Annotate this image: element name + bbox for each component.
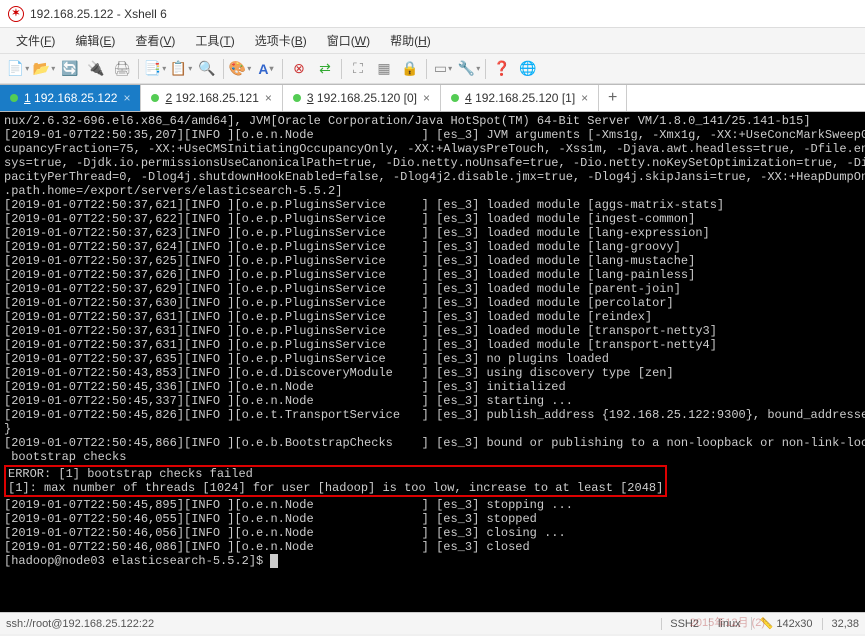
- paste-button[interactable]: 📋: [169, 57, 193, 81]
- window-title: 192.168.25.122 - Xshell 6: [30, 7, 167, 21]
- menu-h[interactable]: 帮助(H): [382, 29, 439, 52]
- font-button[interactable]: A: [254, 57, 278, 81]
- status-protocol: SSH2: [661, 618, 699, 630]
- connection-dot-icon: [10, 94, 18, 102]
- status-size: 📏 142x30: [751, 617, 813, 630]
- toolbar: 📄 📂 🔄 🔌 🖨 📑 📋 🔍 🎨 A ⊗ ⇄ ⛶ ▦ 🔒 ▭ 🔧 ❓ 🌐: [0, 54, 865, 84]
- tab-label: 2 192.168.25.121: [165, 91, 258, 105]
- toolbar-sep-3: [282, 59, 283, 79]
- menu-b[interactable]: 选项卡(B): [247, 29, 315, 52]
- tab-bar: 1 192.168.25.122×2 192.168.25.121×3 192.…: [0, 84, 865, 112]
- status-os: linux: [709, 618, 741, 630]
- app-icon: ✶: [8, 6, 24, 22]
- reconnect-button[interactable]: 🔄: [58, 57, 82, 81]
- session-tab-1[interactable]: 1 192.168.25.122 ×: [0, 85, 141, 111]
- toolbar-sep-6: [485, 59, 486, 79]
- session-tab-3[interactable]: 3 192.168.25.120 [0] ×: [283, 85, 441, 111]
- close-tab-icon[interactable]: ×: [123, 91, 130, 105]
- menu-e[interactable]: 编辑(E): [67, 29, 123, 52]
- layout-button[interactable]: ▭: [431, 57, 455, 81]
- color-button[interactable]: 🎨: [228, 57, 252, 81]
- menu-f[interactable]: 文件(F): [8, 29, 63, 52]
- status-cursor-pos: 32,38: [822, 618, 859, 630]
- close-tab-icon[interactable]: ×: [265, 91, 272, 105]
- session-tab-4[interactable]: 4 192.168.25.120 [1] ×: [441, 85, 599, 111]
- toolbar-sep-2: [223, 59, 224, 79]
- terminal-output[interactable]: nux/2.6.32-696.el6.x86_64/amd64], JVM[Or…: [0, 112, 865, 612]
- error-highlight: ERROR: [1] bootstrap checks failed [1]: …: [4, 465, 667, 497]
- xftp-button[interactable]: ⇄: [313, 57, 337, 81]
- tab-label: 1 192.168.25.122: [24, 91, 117, 105]
- title-bar: ✶ 192.168.25.122 - Xshell 6: [0, 0, 865, 28]
- new-session-button[interactable]: 📄: [6, 57, 30, 81]
- connection-dot-icon: [293, 94, 301, 102]
- tab-label: 4 192.168.25.120 [1]: [465, 91, 575, 105]
- copy-button[interactable]: 📑: [143, 57, 167, 81]
- help-button[interactable]: ❓: [490, 57, 514, 81]
- fullscreen-button[interactable]: ⛶: [346, 57, 370, 81]
- status-connection: ssh://root@192.168.25.122:22: [6, 618, 661, 630]
- toolbar-sep-5: [426, 59, 427, 79]
- close-tab-icon[interactable]: ×: [423, 91, 430, 105]
- terminal-cursor: [270, 554, 277, 568]
- menu-w[interactable]: 窗口(W): [319, 29, 378, 52]
- menu-t[interactable]: 工具(T): [187, 29, 242, 52]
- xagent-button[interactable]: ⊗: [287, 57, 311, 81]
- print-button[interactable]: 🖨: [110, 57, 134, 81]
- find-button[interactable]: 🔍: [195, 57, 219, 81]
- open-button[interactable]: 📂: [32, 57, 56, 81]
- session-tab-2[interactable]: 2 192.168.25.121 ×: [141, 85, 282, 111]
- transparency-button[interactable]: ▦: [372, 57, 396, 81]
- globe-button[interactable]: 🌐: [516, 57, 540, 81]
- menu-v[interactable]: 查看(V): [127, 29, 183, 52]
- status-bar: ssh://root@192.168.25.122:22 SSH2 linux …: [0, 612, 865, 634]
- tools-button[interactable]: 🔧: [457, 57, 481, 81]
- connection-dot-icon: [151, 94, 159, 102]
- disconnect-button[interactable]: 🔌: [84, 57, 108, 81]
- toolbar-sep: [138, 59, 139, 79]
- toolbar-sep-4: [341, 59, 342, 79]
- close-tab-icon[interactable]: ×: [581, 91, 588, 105]
- menu-bar: 文件(F)编辑(E)查看(V)工具(T)选项卡(B)窗口(W)帮助(H): [0, 28, 865, 54]
- lock-button[interactable]: 🔒: [398, 57, 422, 81]
- connection-dot-icon: [451, 94, 459, 102]
- add-tab-button[interactable]: +: [599, 85, 627, 111]
- tab-label: 3 192.168.25.120 [0]: [307, 91, 417, 105]
